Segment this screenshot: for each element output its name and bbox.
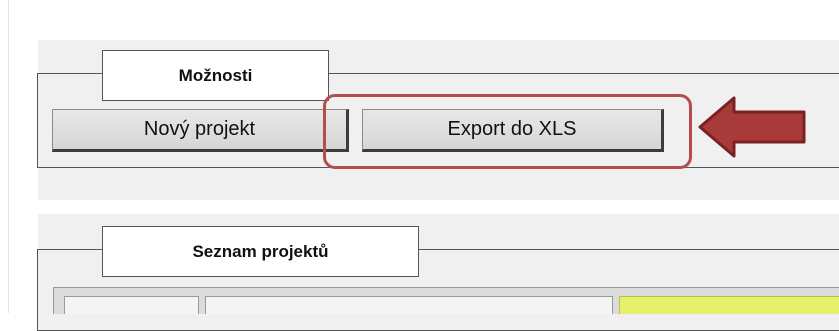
table-header-cell[interactable] xyxy=(64,296,199,314)
arrow-left-icon xyxy=(698,96,806,158)
options-group-title: Možnosti xyxy=(102,50,329,101)
page-left-border xyxy=(8,0,9,313)
table-header-cell[interactable] xyxy=(205,296,613,314)
table-header-cell-highlighted[interactable] xyxy=(619,296,839,314)
projects-group-title: Seznam projektů xyxy=(102,226,419,277)
export-highlight-frame xyxy=(323,94,692,169)
new-project-button[interactable]: Nový projekt xyxy=(52,109,349,152)
